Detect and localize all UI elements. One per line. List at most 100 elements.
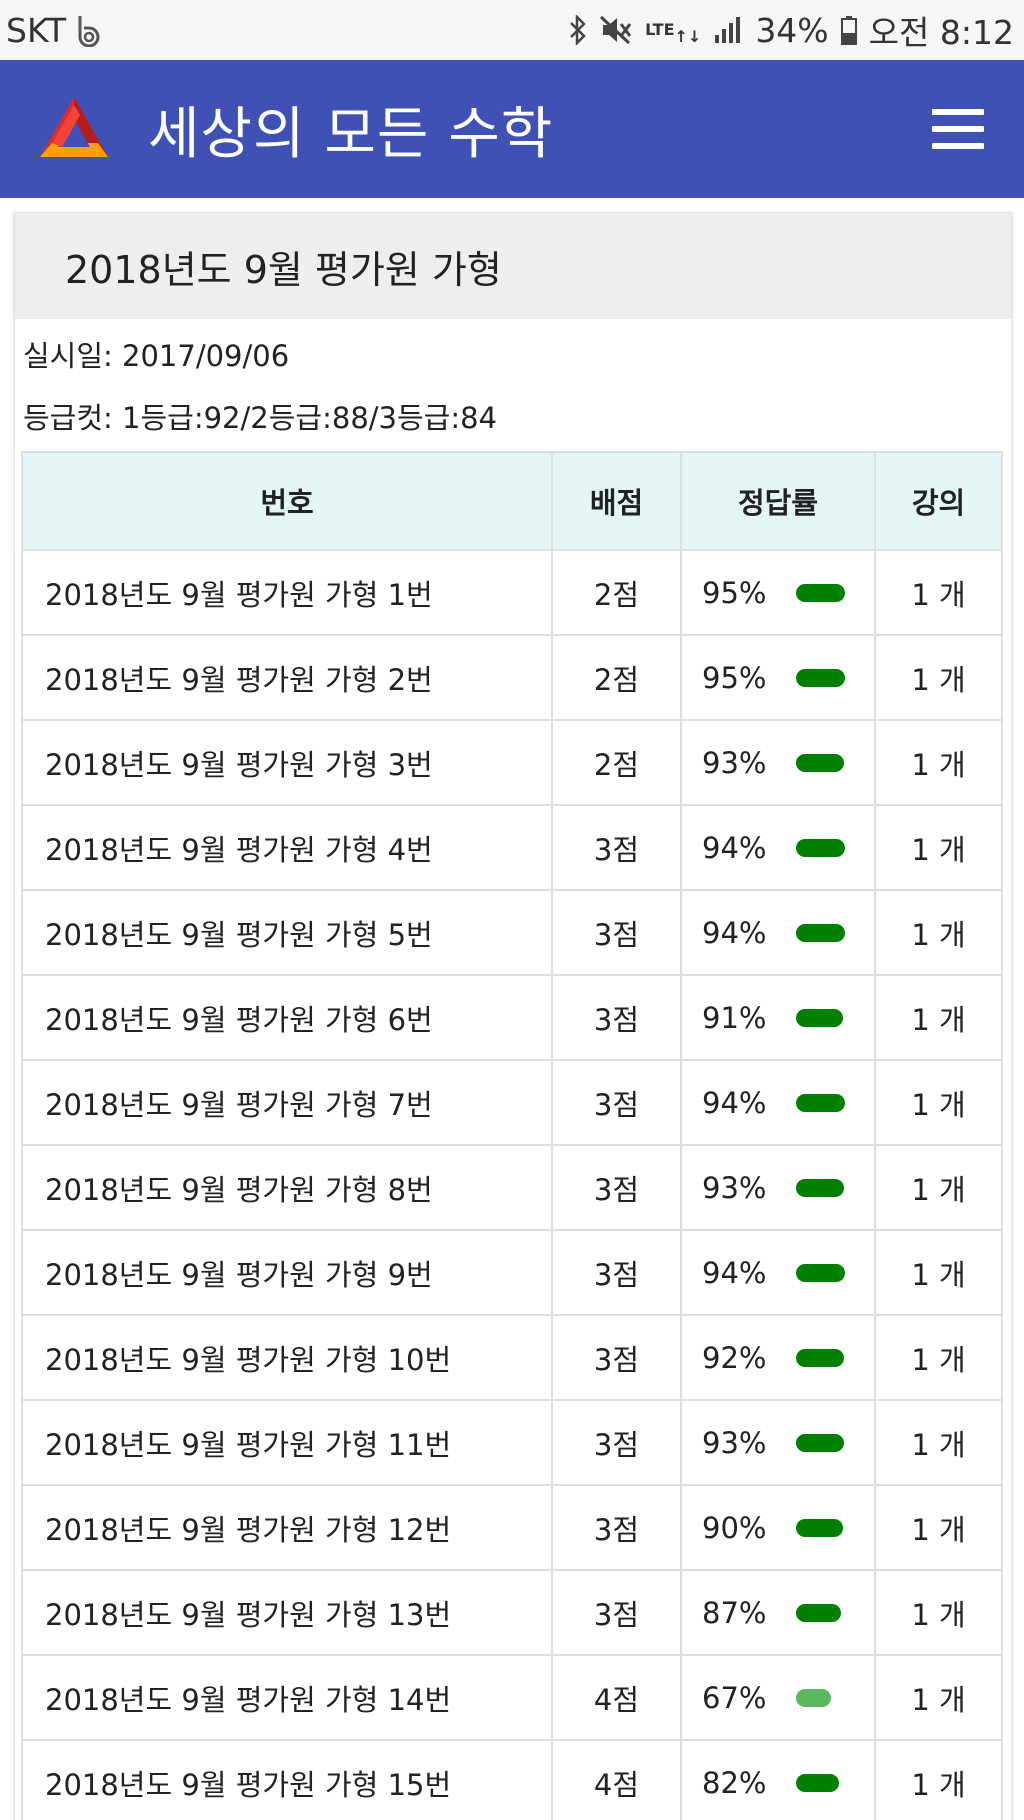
table-row[interactable]: 2018년도 9월 평가원 가형 3번 2점 93% 1 개 (21, 719, 1003, 806)
lecture-count-link[interactable]: 1 개 (874, 1484, 1003, 1571)
correct-rate-cell: 93% (680, 1144, 876, 1231)
problem-points: 3점 (551, 1569, 682, 1656)
problem-points: 3점 (551, 1399, 682, 1486)
lecture-count-link[interactable]: 1 개 (874, 1229, 1003, 1316)
problem-name-link[interactable]: 2018년도 9월 평가원 가형 5번 (21, 889, 553, 976)
lecture-count-link[interactable]: 1 개 (874, 1059, 1003, 1146)
lecture-count-link[interactable]: 1 개 (874, 974, 1003, 1061)
table-row[interactable]: 2018년도 9월 평가원 가형 12번 3점 90% 1 개 (21, 1484, 1003, 1571)
table-row[interactable]: 2018년도 9월 평가원 가형 4번 3점 94% 1 개 (21, 804, 1003, 891)
correct-rate-text: 94% (702, 830, 767, 865)
table-row[interactable]: 2018년도 9월 평가원 가형 8번 3점 93% 1 개 (21, 1144, 1003, 1231)
problem-points: 4점 (551, 1739, 682, 1820)
header-points: 배점 (551, 451, 682, 551)
table-header-row: 번호 배점 정답률 강의 (21, 451, 1003, 551)
table-row[interactable]: 2018년도 9월 평가원 가형 14번 4점 67% 1 개 (21, 1654, 1003, 1741)
problem-name-link[interactable]: 2018년도 9월 평가원 가형 8번 (21, 1144, 553, 1231)
correct-rate-text: 67% (702, 1680, 767, 1715)
app-logo-icon[interactable] (36, 91, 112, 167)
lecture-count-link[interactable]: 1 개 (874, 1654, 1003, 1741)
table-row[interactable]: 2018년도 9월 평가원 가형 11번 3점 93% 1 개 (21, 1399, 1003, 1486)
correct-rate-text: 87% (702, 1595, 767, 1630)
correct-rate-cell: 95% (680, 549, 876, 636)
problem-name-link[interactable]: 2018년도 9월 평가원 가형 13번 (21, 1569, 553, 1656)
correct-rate-cell: 95% (680, 634, 876, 721)
mute-icon (599, 15, 633, 45)
table-row[interactable]: 2018년도 9월 평가원 가형 6번 3점 91% 1 개 (21, 974, 1003, 1061)
lecture-count-link[interactable]: 1 개 (874, 804, 1003, 891)
lecture-count-link[interactable]: 1 개 (874, 1144, 1003, 1231)
correct-rate-text: 91% (702, 1000, 767, 1035)
correct-rate-cell: 94% (680, 889, 876, 976)
table-row[interactable]: 2018년도 9월 평가원 가형 13번 3점 87% 1 개 (21, 1569, 1003, 1656)
correct-rate-cell: 94% (680, 804, 876, 891)
lecture-count-link[interactable]: 1 개 (874, 719, 1003, 806)
correct-rate-cell: 82% (680, 1739, 876, 1820)
correct-rate-bar (796, 1178, 844, 1197)
correct-rate-cell: 94% (680, 1059, 876, 1146)
problem-name-link[interactable]: 2018년도 9월 평가원 가형 4번 (21, 804, 553, 891)
table-row[interactable]: 2018년도 9월 평가원 가형 5번 3점 94% 1 개 (21, 889, 1003, 976)
correct-rate-bar (796, 583, 845, 602)
problem-points: 2점 (551, 634, 682, 721)
correct-rate-text: 93% (702, 745, 767, 780)
problem-points: 3점 (551, 1059, 682, 1146)
table-row[interactable]: 2018년도 9월 평가원 가형 10번 3점 92% 1 개 (21, 1314, 1003, 1401)
problem-name-link[interactable]: 2018년도 9월 평가원 가형 2번 (21, 634, 553, 721)
problem-name-link[interactable]: 2018년도 9월 평가원 가형 14번 (21, 1654, 553, 1741)
header-lecture: 강의 (874, 451, 1003, 551)
problem-name-link[interactable]: 2018년도 9월 평가원 가형 1번 (21, 549, 553, 636)
correct-rate-cell: 94% (680, 1229, 876, 1316)
problem-name-link[interactable]: 2018년도 9월 평가원 가형 6번 (21, 974, 553, 1061)
table-row[interactable]: 2018년도 9월 평가원 가형 9번 3점 94% 1 개 (21, 1229, 1003, 1316)
table-row[interactable]: 2018년도 9월 평가원 가형 2번 2점 95% 1 개 (21, 634, 1003, 721)
hamburger-menu-icon[interactable] (932, 109, 984, 149)
problem-name-link[interactable]: 2018년도 9월 평가원 가형 15번 (21, 1739, 553, 1820)
problem-name-link[interactable]: 2018년도 9월 평가원 가형 3번 (21, 719, 553, 806)
lecture-count-link[interactable]: 1 개 (874, 549, 1003, 636)
correct-rate-bar (796, 668, 845, 687)
lecture-count-link[interactable]: 1 개 (874, 1399, 1003, 1486)
lecture-count-link[interactable]: 1 개 (874, 1569, 1003, 1656)
exam-title: 2018년도 9월 평가원 가형 (15, 213, 1011, 319)
lecture-count-link[interactable]: 1 개 (874, 1739, 1003, 1820)
table-row[interactable]: 2018년도 9월 평가원 가형 15번 4점 82% 1 개 (21, 1739, 1003, 1820)
correct-rate-bar (796, 1433, 844, 1452)
correct-rate-text: 95% (702, 575, 767, 610)
correct-rate-bar (796, 1773, 839, 1792)
correct-rate-text: 82% (702, 1765, 767, 1800)
lecture-count-link[interactable]: 1 개 (874, 889, 1003, 976)
table-row[interactable]: 2018년도 9월 평가원 가형 1번 2점 95% 1 개 (21, 549, 1003, 636)
lecture-count-link[interactable]: 1 개 (874, 1314, 1003, 1401)
battery-percent: 34% (755, 10, 829, 50)
problem-points: 3점 (551, 1144, 682, 1231)
header-number: 번호 (21, 451, 553, 551)
correct-rate-bar (796, 1093, 845, 1112)
table-row[interactable]: 2018년도 9월 평가원 가형 7번 3점 94% 1 개 (21, 1059, 1003, 1146)
signal-icon (713, 15, 743, 45)
header-rate: 정답률 (680, 451, 876, 551)
status-bar: SKT LTE ↑↓ 34% 오전 8:12 (0, 0, 1024, 60)
correct-rate-bar (796, 1518, 843, 1537)
correct-rate-text: 92% (702, 1340, 767, 1375)
correct-rate-text: 93% (702, 1170, 767, 1205)
problem-points: 3점 (551, 1484, 682, 1571)
lecture-count-link[interactable]: 1 개 (874, 634, 1003, 721)
app-bar: 세상의 모든 수학 (0, 60, 1024, 198)
correct-rate-text: 94% (702, 1085, 767, 1120)
problem-points: 2점 (551, 549, 682, 636)
app-title: 세상의 모든 수학 (148, 101, 554, 167)
correct-rate-cell: 92% (680, 1314, 876, 1401)
correct-rate-text: 95% (702, 660, 767, 695)
problem-points: 3점 (551, 1229, 682, 1316)
bluetooth-icon (569, 15, 587, 45)
problem-name-link[interactable]: 2018년도 9월 평가원 가형 12번 (21, 1484, 553, 1571)
problem-name-link[interactable]: 2018년도 9월 평가원 가형 7번 (21, 1059, 553, 1146)
correct-rate-bar (796, 1348, 844, 1367)
problem-points: 3점 (551, 974, 682, 1061)
problem-name-link[interactable]: 2018년도 9월 평가원 가형 11번 (21, 1399, 553, 1486)
problem-name-link[interactable]: 2018년도 9월 평가원 가형 9번 (21, 1229, 553, 1316)
correct-rate-cell: 93% (680, 1399, 876, 1486)
problem-points: 3점 (551, 1314, 682, 1401)
problem-name-link[interactable]: 2018년도 9월 평가원 가형 10번 (21, 1314, 553, 1401)
